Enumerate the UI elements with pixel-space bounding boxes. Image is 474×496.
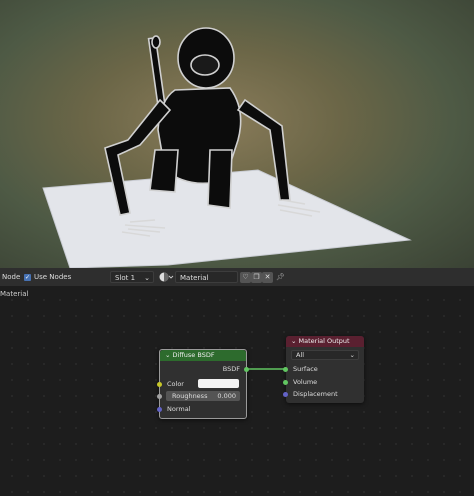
shield-icon: ♡	[240, 272, 251, 283]
3d-viewport[interactable]	[0, 0, 474, 268]
output-target-dropdown[interactable]: All ⌄	[291, 350, 359, 360]
normal-input-socket[interactable]	[157, 407, 162, 412]
surface-input-socket[interactable]	[283, 367, 288, 372]
material-browse-button[interactable]	[158, 271, 174, 283]
fake-user-button[interactable]: ♡	[240, 271, 251, 283]
roughness-slider[interactable]: Roughness 0.000	[166, 391, 240, 401]
use-nodes-toggle[interactable]: ✓ Use Nodes	[24, 271, 71, 283]
chevron-down-icon: ⌄	[144, 274, 150, 282]
node-editor-canvas[interactable]: ⌄ Diffuse BSDF BSDF Color Roughness 0.00…	[0, 286, 474, 496]
duplicate-material-button[interactable]: ❐	[251, 271, 262, 283]
use-nodes-label: Use Nodes	[34, 273, 72, 281]
collapse-chevron-icon[interactable]: ⌄	[165, 351, 173, 359]
viewport-render	[42, 27, 412, 268]
editor-mode-label[interactable]: Node	[2, 271, 20, 283]
volume-label: Volume	[293, 378, 318, 386]
output-node-title: Material Output	[298, 337, 350, 345]
output-node-header[interactable]: ⌄ Material Output	[286, 336, 364, 347]
material-name-value: Material	[180, 274, 209, 282]
breadcrumb: Material	[0, 290, 29, 298]
normal-label: Normal	[167, 405, 191, 413]
material-sphere-icon	[159, 272, 174, 282]
bsdf-output-label: BSDF	[222, 365, 240, 373]
duplicate-icon: ❐	[251, 272, 262, 283]
close-icon: ✕	[262, 272, 273, 283]
node-editor-header: Node ✓ Use Nodes Slot 1 ⌄ Material ♡ ❐ ✕ …	[0, 268, 474, 287]
checkbox-check-icon[interactable]: ✓	[24, 273, 31, 281]
diffuse-bsdf-node[interactable]: ⌄ Diffuse BSDF BSDF Color Roughness 0.00…	[157, 349, 249, 419]
surface-label: Surface	[293, 365, 318, 373]
slot-dropdown[interactable]: Slot 1 ⌄	[110, 271, 154, 283]
displacement-input-socket[interactable]	[283, 392, 288, 397]
displacement-label: Displacement	[293, 390, 338, 398]
slot-value: Slot 1	[115, 274, 136, 282]
pin-button[interactable]: 📌︎	[276, 271, 285, 283]
chevron-down-icon: ⌄	[349, 351, 355, 359]
color-label: Color	[167, 380, 184, 388]
roughness-label: Roughness	[172, 392, 208, 400]
volume-input-socket[interactable]	[283, 380, 288, 385]
color-input-socket[interactable]	[157, 382, 162, 387]
color-swatch[interactable]	[198, 379, 239, 388]
diffuse-node-header[interactable]: ⌄ Diffuse BSDF	[160, 350, 246, 361]
material-output-node[interactable]: ⌄ Material Output All ⌄ Surface Volume D…	[283, 336, 364, 403]
diffuse-node-title: Diffuse BSDF	[172, 351, 215, 359]
roughness-value: 0.000	[217, 392, 236, 400]
pin-icon: 📌︎	[276, 273, 285, 281]
collapse-chevron-icon[interactable]: ⌄	[291, 337, 299, 345]
material-name-field[interactable]: Material	[175, 271, 238, 283]
output-target-value: All	[296, 351, 305, 359]
bsdf-output-socket[interactable]	[244, 367, 249, 372]
roughness-input-socket[interactable]	[157, 394, 162, 399]
unlink-material-button[interactable]: ✕	[262, 271, 273, 283]
